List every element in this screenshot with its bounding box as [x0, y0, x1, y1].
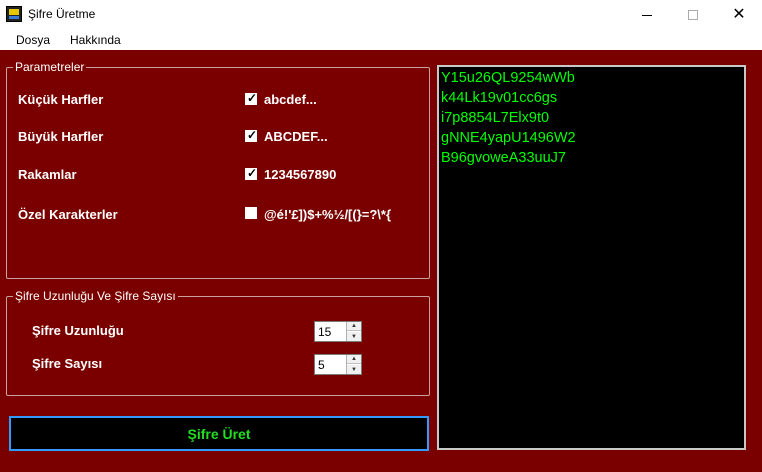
length-legend: Şifre Uzunluğu Ve Şifre Sayısı — [13, 289, 178, 303]
length-stepper-buttons: ▲ ▼ — [346, 322, 361, 341]
count-up-button[interactable]: ▲ — [347, 355, 361, 364]
lowercase-checkbox[interactable] — [245, 91, 257, 105]
lowercase-chars[interactable]: abcdef... — [264, 92, 317, 107]
close-button[interactable]: ✕ — [716, 0, 762, 30]
close-icon: ✕ — [732, 6, 746, 23]
uppercase-checkbox[interactable] — [245, 128, 257, 142]
uppercase-label: Büyük Harfler — [18, 129, 104, 144]
length-up-button[interactable]: ▲ — [347, 322, 361, 331]
output-line: i7p8854L7Elx9t0 — [441, 110, 550, 126]
digits-chars[interactable]: 1234567890 — [264, 167, 336, 182]
minimize-button[interactable] — [624, 0, 670, 30]
digits-checkbox[interactable] — [245, 166, 257, 180]
count-value[interactable]: 5 — [318, 358, 325, 372]
maximize-button[interactable] — [670, 0, 716, 30]
uppercase-chars[interactable]: ABCDEF... — [264, 129, 328, 144]
count-down-button[interactable]: ▼ — [347, 365, 361, 374]
client-area: Parametreler Küçük Harfler abcdef... Büy… — [0, 50, 762, 472]
length-value[interactable]: 15 — [318, 325, 331, 339]
menu-hakkinda[interactable]: Hakkında — [70, 33, 121, 47]
parameters-legend: Parametreler — [13, 60, 87, 74]
special-checkbox[interactable] — [245, 207, 257, 219]
output-line: k44Lk19v01cc6gs — [441, 90, 558, 106]
count-label: Şifre Sayısı — [32, 356, 103, 371]
menu-dosya[interactable]: Dosya — [16, 33, 50, 47]
output-line: gNNE4yapU1496W2 — [441, 130, 576, 146]
menu-bar: Dosya Hakkında — [0, 30, 762, 50]
count-stepper-buttons: ▲ ▼ — [346, 355, 361, 374]
title-bar: Şifre Üretme ✕ — [0, 0, 762, 30]
parameters-group: Parametreler Küçük Harfler abcdef... Büy… — [6, 60, 430, 279]
length-down-button[interactable]: ▼ — [347, 332, 361, 341]
digits-label: Rakamlar — [18, 167, 77, 182]
generate-button[interactable]: Şifre Üret — [9, 416, 429, 451]
length-group: Şifre Uzunluğu Ve Şifre Sayısı Şifre Uzu… — [6, 289, 430, 396]
length-stepper[interactable]: 15 ▲ ▼ — [314, 321, 362, 342]
output-line: Y15u26QL9254wWb — [441, 70, 575, 86]
lowercase-label: Küçük Harfler — [18, 92, 104, 107]
output-line: B96gvoweA33uuJ7 — [441, 150, 566, 166]
special-chars[interactable]: @é!'£])$+%½/[(}=?\*{ — [264, 207, 391, 222]
password-output[interactable]: Y15u26QL9254wWb k44Lk19v01cc6gs i7p8854L… — [437, 65, 746, 450]
count-stepper[interactable]: 5 ▲ ▼ — [314, 354, 362, 375]
window-title: Şifre Üretme — [28, 7, 96, 21]
app-icon — [6, 6, 22, 22]
length-label: Şifre Uzunluğu — [32, 323, 124, 338]
special-label: Özel Karakterler — [18, 207, 118, 222]
maximize-icon — [688, 10, 698, 20]
minimize-icon — [642, 14, 652, 16]
